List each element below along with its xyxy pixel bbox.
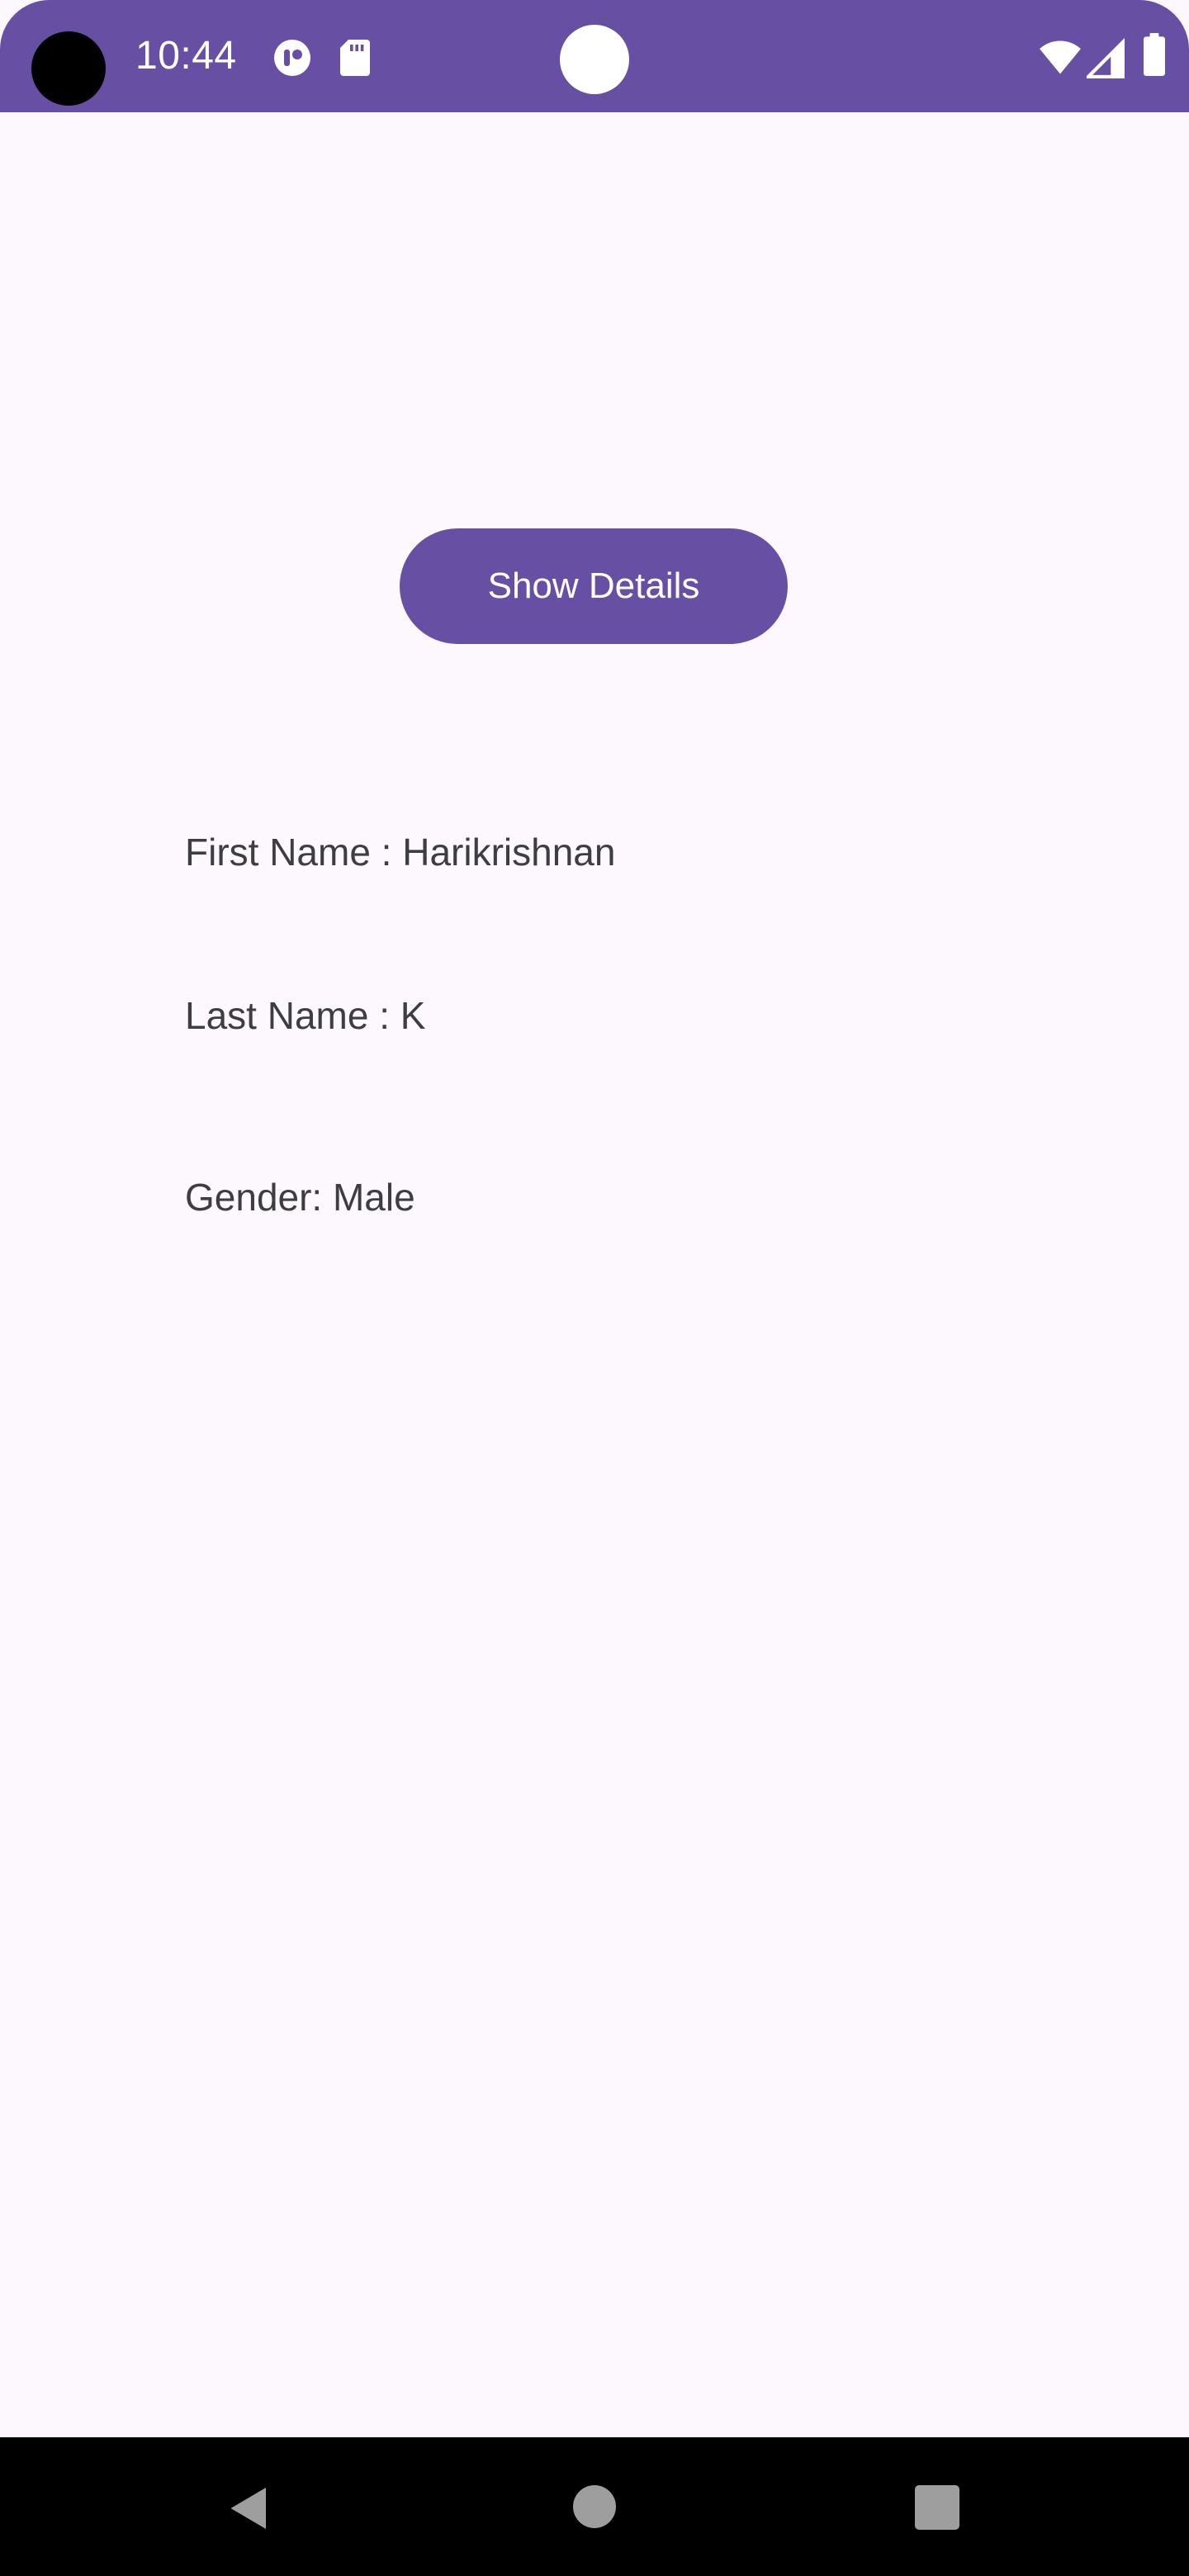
gender-text: Gender: Male [185, 1176, 415, 1219]
status-time: 10:44 [135, 34, 237, 78]
app-screen: 10:44 Show Details First Name : Harikris… [0, 0, 1189, 2576]
last-name-text: Last Name : K [185, 994, 426, 1037]
wifi-icon [1040, 40, 1081, 74]
battery-icon [1144, 33, 1165, 76]
show-details-button[interactable]: Show Details [400, 528, 788, 644]
camera-cutout [31, 31, 106, 106]
back-icon[interactable] [225, 2484, 274, 2533]
first-name-text: First Name : Harikrishnan [185, 831, 616, 874]
status-bar: 10:44 [0, 0, 1189, 112]
app-notification-icon [274, 40, 310, 76]
home-icon[interactable] [573, 2485, 616, 2528]
sd-card-icon [340, 40, 370, 76]
navigation-bar [0, 2437, 1189, 2576]
center-dot [560, 25, 629, 94]
cellular-signal-icon [1087, 38, 1125, 78]
recents-icon[interactable] [915, 2485, 959, 2530]
